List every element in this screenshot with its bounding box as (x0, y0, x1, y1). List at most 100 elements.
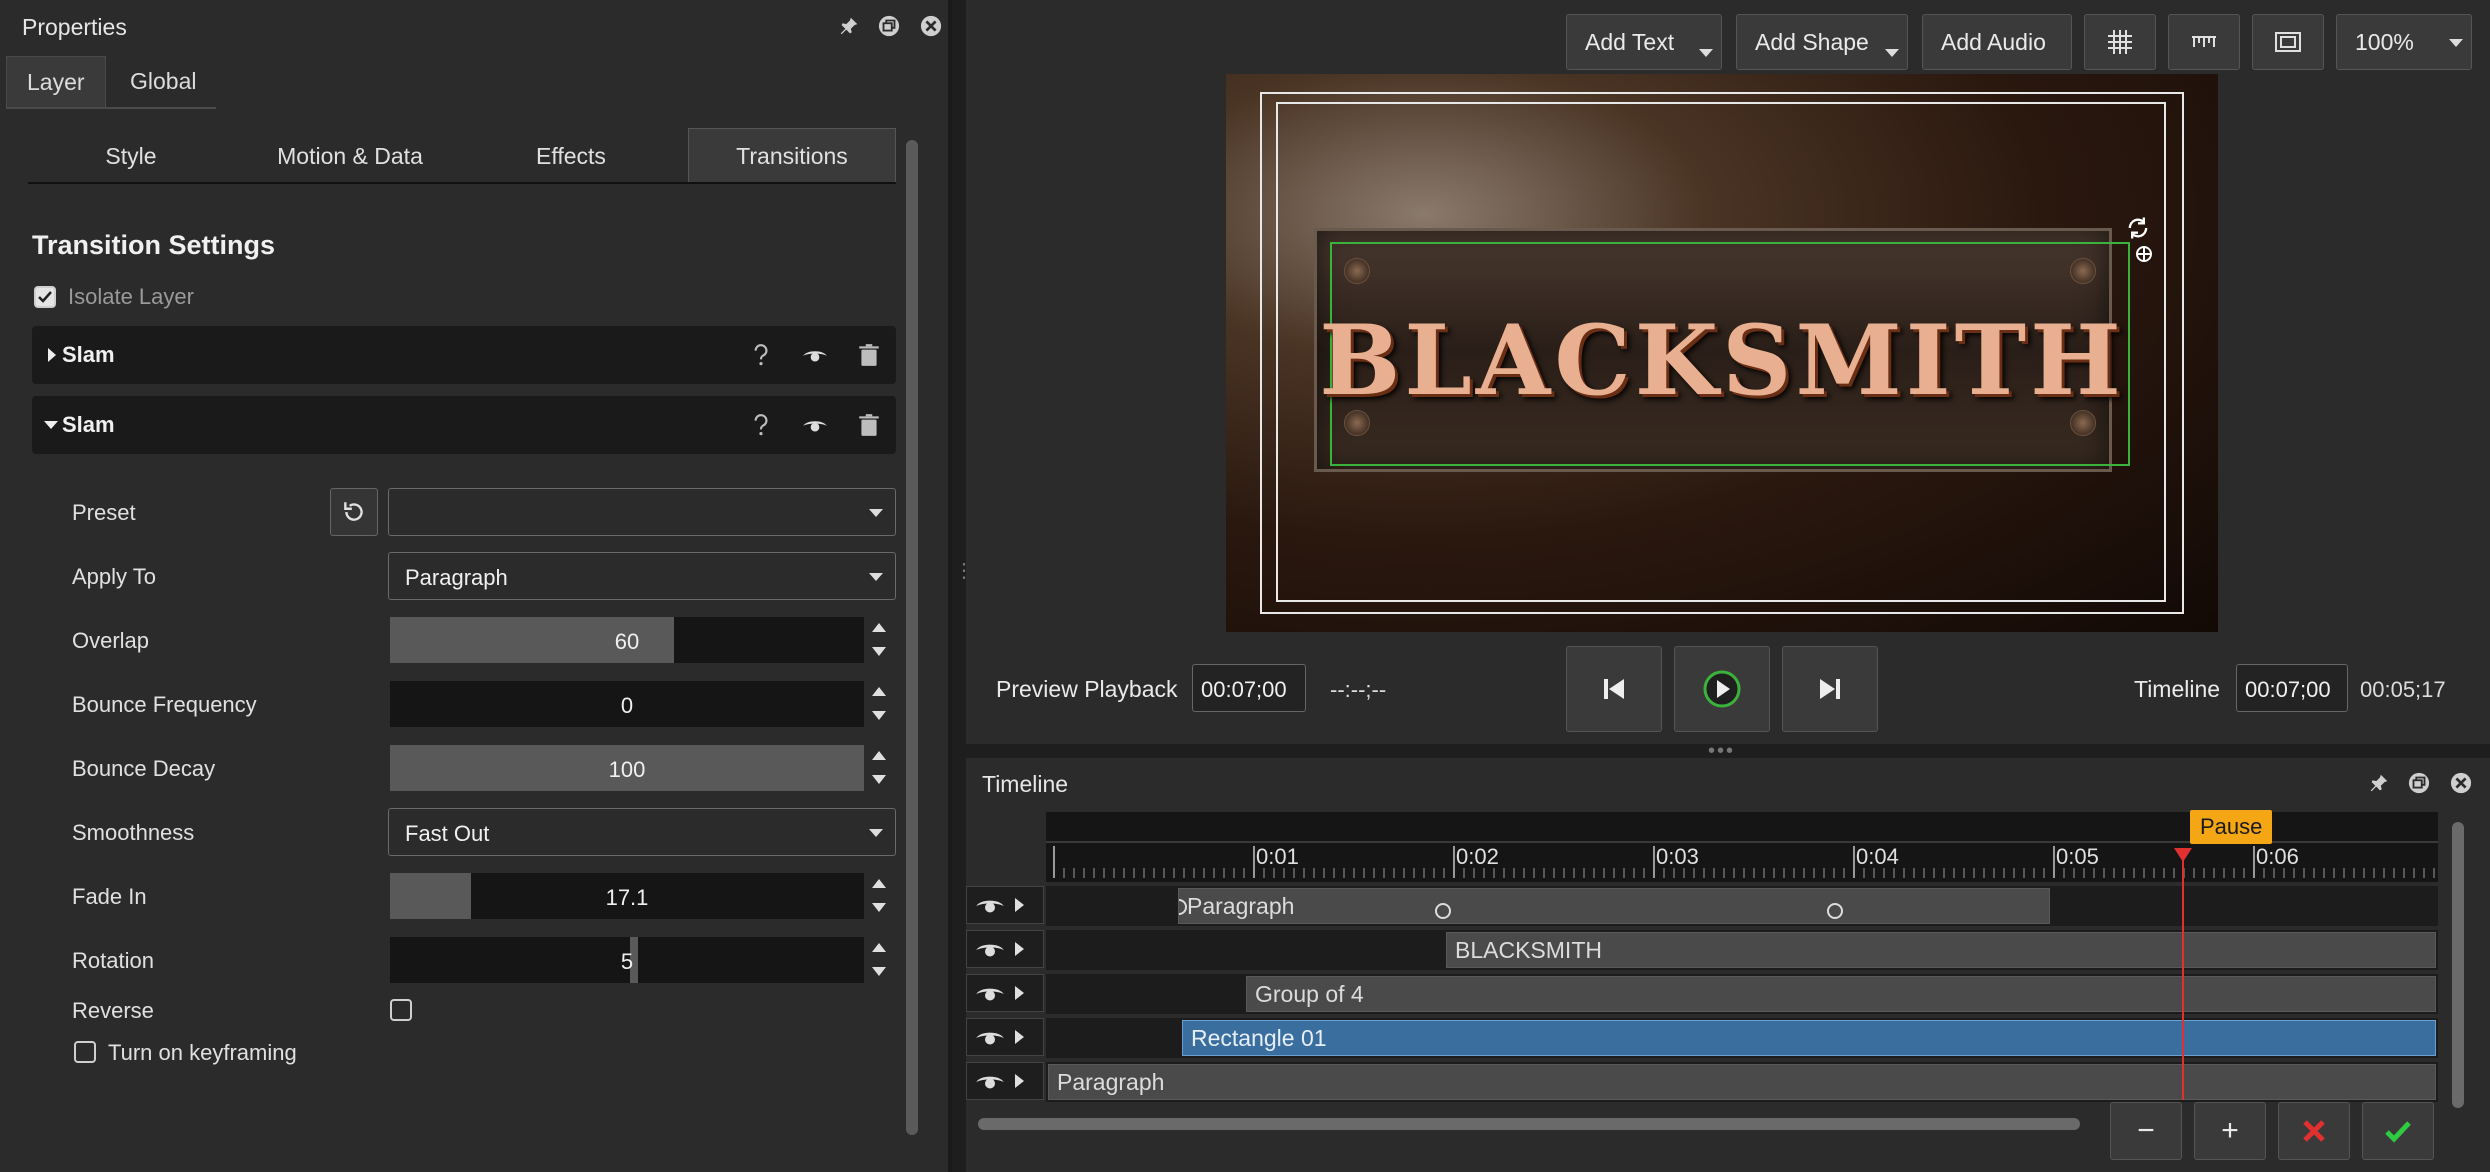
fade-in-value: 17.1 (605, 885, 649, 910)
pause-marker[interactable]: Pause (2190, 810, 2273, 844)
expand-track-icon[interactable] (1015, 1030, 1024, 1044)
eye-icon[interactable] (800, 410, 830, 440)
keyframing-checkbox[interactable] (74, 1041, 96, 1063)
zoom-in-button[interactable]: + (2194, 1102, 2266, 1160)
clip-group-of-4[interactable]: Group of 4 (1246, 976, 2436, 1012)
grid-button[interactable] (2084, 14, 2156, 70)
add-text-button[interactable]: Add Text (1566, 14, 1722, 70)
play-button[interactable] (1674, 646, 1770, 732)
pin-icon[interactable] (836, 13, 862, 39)
keyframe-marker[interactable] (1435, 903, 1451, 919)
bounce-frequency-slider[interactable]: 0 (390, 681, 864, 727)
bounce-frequency-stepper[interactable] (870, 681, 888, 727)
clip-rectangle-01[interactable]: Rectangle 01 (1182, 1020, 2436, 1056)
subtab-style[interactable]: Style (28, 128, 234, 184)
zoom-out-button[interactable]: − (2110, 1102, 2182, 1160)
track-controls[interactable] (966, 1062, 1044, 1100)
timeline-hscrollbar[interactable] (978, 1118, 2080, 1130)
clip-paragraph-2[interactable]: Paragraph (1048, 1064, 2436, 1100)
subtab-motion-data[interactable]: Motion & Data (234, 128, 466, 184)
apply-to-value: Paragraph (405, 565, 508, 590)
trash-icon[interactable] (854, 410, 884, 440)
cancel-button[interactable] (2278, 1102, 2350, 1160)
rotation-slider[interactable]: 5 (390, 937, 864, 983)
confirm-icon (2385, 1121, 2411, 1143)
bounce-decay-stepper[interactable] (870, 745, 888, 791)
reset-preset-button[interactable] (330, 488, 378, 536)
track-controls[interactable] (966, 1018, 1044, 1056)
keyframe-marker[interactable] (1179, 899, 1187, 915)
add-audio-button[interactable]: Add Audio (1922, 14, 2072, 70)
float-icon[interactable] (876, 13, 902, 39)
track-controls[interactable] (966, 930, 1044, 968)
eye-icon[interactable] (975, 895, 1005, 915)
properties-scrollbar[interactable] (906, 140, 918, 1135)
fade-in-stepper[interactable] (870, 873, 888, 919)
reverse-checkbox[interactable] (390, 999, 412, 1021)
keyframing-label: Turn on keyframing (108, 1040, 297, 1065)
eye-icon[interactable] (975, 1071, 1005, 1091)
pin-icon[interactable] (2366, 770, 2392, 796)
apply-to-dropdown[interactable]: Paragraph (388, 552, 896, 600)
skip-back-button[interactable] (1566, 646, 1662, 732)
preview-canvas[interactable]: BLACKSMITH (1226, 74, 2218, 632)
timeline-time-label: Timeline (2134, 676, 2221, 702)
playhead-marker[interactable] (2174, 848, 2192, 862)
preset-dropdown[interactable] (388, 488, 896, 536)
bounce-decay-slider[interactable]: 100 (390, 745, 864, 791)
expand-caret-icon[interactable] (48, 348, 56, 362)
safe-area-button[interactable] (2252, 14, 2324, 70)
close-icon[interactable] (2448, 770, 2474, 796)
smoothness-dropdown[interactable]: Fast Out (388, 808, 896, 856)
trash-icon[interactable] (854, 340, 884, 370)
skip-forward-button[interactable] (1782, 646, 1878, 732)
eye-icon[interactable] (975, 939, 1005, 959)
title-text[interactable]: BLACKSMITH (1226, 304, 2218, 417)
eye-icon[interactable] (800, 340, 830, 370)
transition-slam-collapsed[interactable]: Slam (32, 326, 896, 384)
help-icon[interactable] (746, 410, 776, 440)
zoom-dropdown[interactable]: 100% (2336, 14, 2472, 70)
clip-paragraph[interactable]: Paragraph (1178, 888, 2050, 924)
timeline-vscrollbar[interactable] (2452, 822, 2464, 1108)
tick-label: 0:01 (1256, 844, 1299, 869)
reset-icon (344, 502, 363, 521)
collapse-caret-icon[interactable] (44, 421, 58, 429)
expand-track-icon[interactable] (1015, 1074, 1024, 1088)
timeline-title: Timeline (982, 771, 1069, 797)
help-icon[interactable] (746, 340, 776, 370)
rotate-handle-icon[interactable] (2124, 214, 2152, 242)
add-shape-button[interactable]: Add Shape (1736, 14, 1908, 70)
eye-icon[interactable] (975, 983, 1005, 1003)
playhead[interactable] (2182, 848, 2184, 1100)
anchor-handle-icon[interactable] (2134, 244, 2154, 264)
tab-divider (6, 107, 216, 109)
tick-label: 0:06 (2256, 844, 2299, 869)
expand-track-icon[interactable] (1015, 942, 1024, 956)
float-icon[interactable] (2406, 770, 2432, 796)
close-icon[interactable] (918, 13, 944, 39)
subtab-effects[interactable]: Effects (466, 128, 676, 184)
rotation-stepper[interactable] (870, 937, 888, 983)
transition-slam-expanded[interactable]: Slam (32, 396, 896, 454)
confirm-button[interactable] (2362, 1102, 2434, 1160)
rotation-label: Rotation (72, 948, 154, 973)
isolate-layer-checkbox[interactable] (34, 286, 56, 308)
tab-layer[interactable]: Layer (6, 56, 106, 108)
track-controls[interactable] (966, 886, 1044, 924)
subtab-transitions[interactable]: Transitions (688, 128, 896, 184)
playback-time-field[interactable]: 00:07;00 (1192, 664, 1306, 712)
ruler-button[interactable] (2168, 14, 2240, 70)
track-controls[interactable] (966, 974, 1044, 1012)
overlap-slider[interactable]: 60 (390, 617, 864, 663)
expand-track-icon[interactable] (1015, 898, 1024, 912)
keyframe-marker[interactable] (1827, 903, 1843, 919)
timeline-time-field[interactable]: 00:07;00 (2236, 664, 2348, 712)
isolate-layer-label: Isolate Layer (68, 284, 194, 309)
tab-global[interactable]: Global (110, 56, 220, 108)
fade-in-slider[interactable]: 17.1 (390, 873, 864, 919)
overlap-stepper[interactable] (870, 617, 888, 663)
eye-icon[interactable] (975, 1027, 1005, 1047)
clip-blacksmith[interactable]: BLACKSMITH (1446, 932, 2436, 968)
expand-track-icon[interactable] (1015, 986, 1024, 1000)
